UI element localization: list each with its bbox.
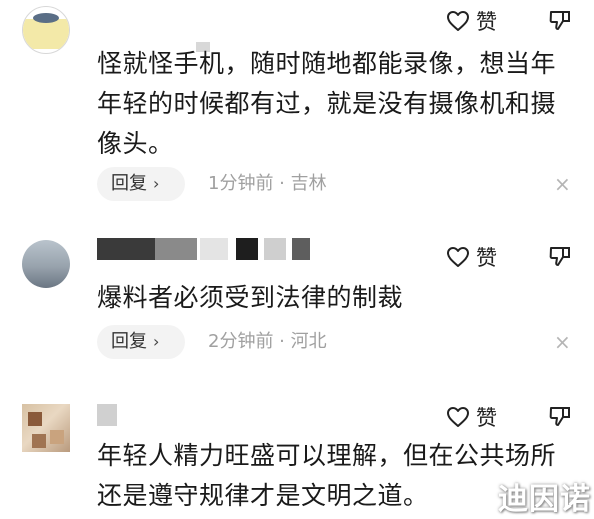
dislike-icon[interactable] bbox=[548, 405, 572, 427]
dislike-icon[interactable] bbox=[548, 9, 572, 31]
dislike-icon[interactable] bbox=[548, 245, 572, 267]
like-button[interactable]: 赞 bbox=[446, 242, 497, 272]
avatar-image bbox=[23, 19, 69, 49]
reply-label: 回复 bbox=[111, 331, 147, 352]
comment-text: 怪就怪手机，随时随地都能录像，想当年年轻的时候都有过，就是没有摄像机和摄像头。 bbox=[97, 49, 557, 158]
reply-label: 回复 bbox=[111, 173, 147, 194]
like-label: 赞 bbox=[476, 246, 497, 270]
heart-icon bbox=[447, 247, 469, 267]
comment-meta: 1分钟前 · 吉林 bbox=[208, 173, 327, 194]
comment-meta: 2分钟前 · 河北 bbox=[208, 331, 327, 352]
chevron-right-icon: › bbox=[153, 174, 160, 193]
like-label: 赞 bbox=[476, 10, 497, 34]
watermark: 迪因诺 bbox=[498, 482, 591, 517]
close-icon[interactable]: × bbox=[554, 325, 571, 359]
heart-icon bbox=[447, 407, 469, 427]
reply-button[interactable]: 回复 › bbox=[97, 167, 185, 201]
like-button[interactable]: 赞 bbox=[446, 6, 497, 36]
avatar-image-detail bbox=[33, 13, 59, 23]
chevron-right-icon: › bbox=[153, 332, 160, 351]
avatar[interactable] bbox=[22, 240, 70, 288]
comment-text: 爆料者必须受到法律的制裁 bbox=[97, 283, 404, 312]
close-icon[interactable]: × bbox=[554, 167, 571, 201]
reply-button[interactable]: 回复 › bbox=[97, 325, 185, 359]
like-button[interactable]: 赞 bbox=[446, 402, 497, 432]
avatar[interactable] bbox=[22, 6, 70, 54]
avatar[interactable] bbox=[22, 404, 70, 452]
heart-icon bbox=[447, 11, 469, 31]
like-label: 赞 bbox=[476, 406, 497, 430]
username-redacted bbox=[97, 404, 117, 426]
